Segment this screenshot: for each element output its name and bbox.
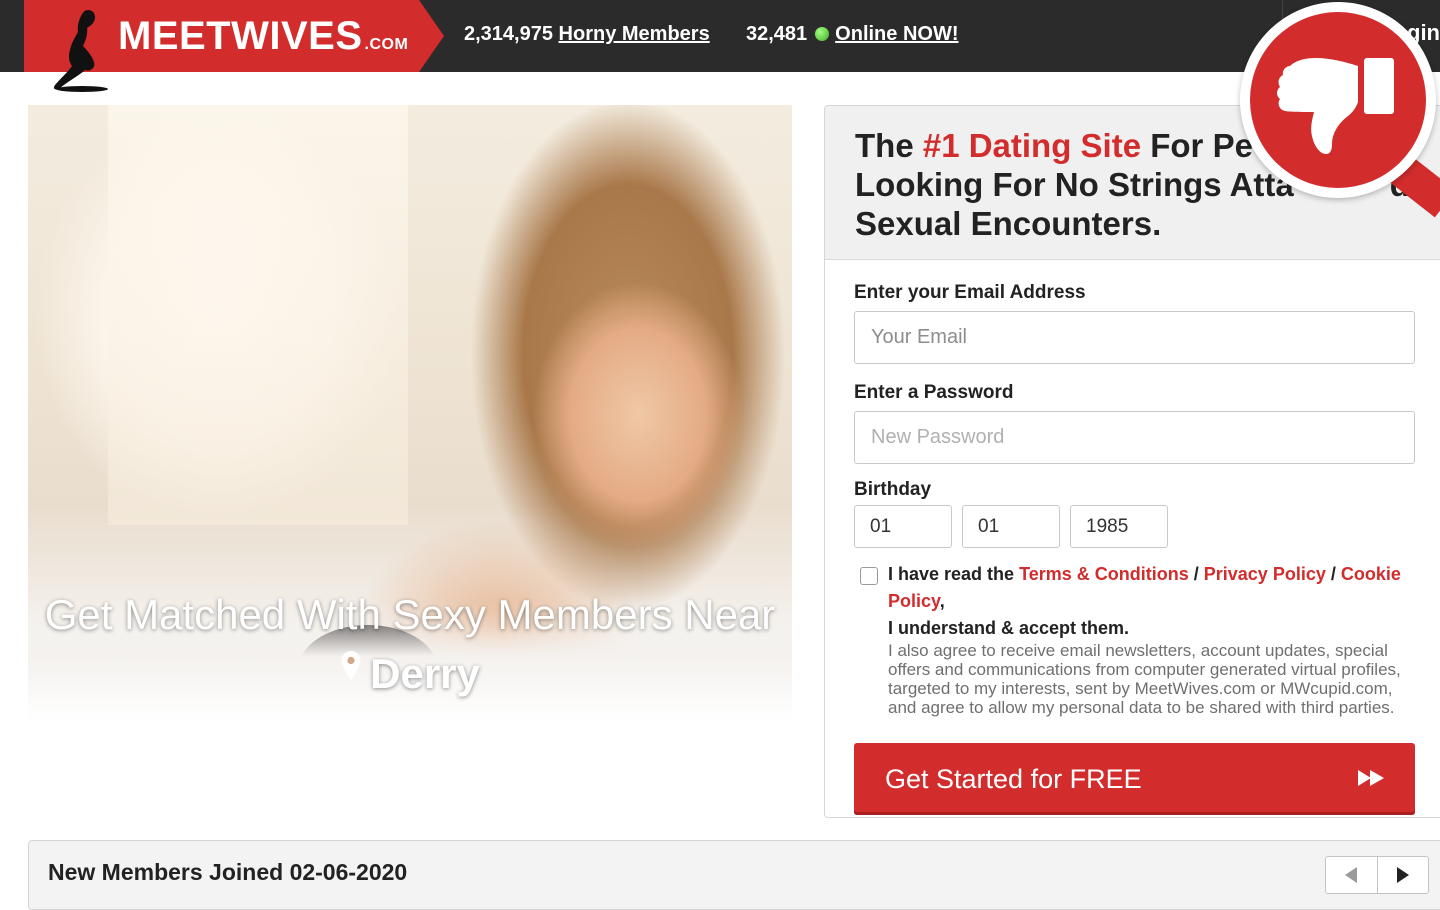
members-stat: 2,314,975 Horny Members (464, 21, 710, 47)
terms-link[interactable]: Terms & Conditions (1019, 564, 1189, 584)
headline-line1-post: For Pe (1141, 127, 1253, 164)
email-label: Enter your Email Address (854, 282, 1086, 303)
birthday-day-select[interactable]: 01 (854, 505, 952, 548)
members-link[interactable]: Horny Members (559, 23, 710, 45)
triangle-right-icon (1396, 867, 1409, 883)
birthday-month-select[interactable]: 01 (962, 505, 1060, 548)
link-separator: / (1188, 564, 1204, 584)
cta-label: Get Started for FREE (885, 764, 1142, 794)
privacy-link[interactable]: Privacy Policy (1204, 564, 1326, 584)
logo-wordmark: MEETWIVES (118, 14, 363, 58)
online-stat: 32,481 Online NOW! (746, 21, 959, 47)
online-count: 32,481 (746, 23, 808, 45)
headline-pre: The (855, 127, 923, 164)
triangle-left-icon (1345, 867, 1358, 883)
headline-line2: Looking For No Strings Atta (855, 166, 1294, 203)
hero-image: Get Matched With Sexy Members Near Derry (28, 105, 792, 722)
hero-location: Derry (28, 647, 792, 701)
site-logo[interactable]: MEETWIVES .COM (118, 12, 408, 69)
headline-highlight: #1 Dating Site (922, 127, 1142, 164)
carousel-prev-button[interactable] (1326, 857, 1377, 893)
hero-city: Derry (370, 650, 480, 697)
terms-checkbox[interactable] (860, 567, 878, 585)
online-status-icon (815, 27, 830, 41)
fast-forward-icon (1358, 770, 1384, 786)
agree-comma: , (939, 591, 945, 611)
carousel-next-button[interactable] (1376, 857, 1429, 893)
hero-window-light (108, 105, 408, 525)
get-started-button[interactable]: Get Started for FREE (854, 743, 1415, 815)
headline-line3: Sexual Encounters. (855, 205, 1162, 242)
agree-prefix: I have read the (888, 564, 1020, 584)
consent-fine-print: I also agree to receive email newsletter… (888, 641, 1401, 717)
email-field[interactable] (854, 311, 1415, 364)
logo-suffix: .COM (364, 36, 409, 53)
link-separator: / (1325, 564, 1341, 584)
signup-panel: The #1 Dating Site For Pe Looking For No… (824, 105, 1440, 818)
new-members-title: New Members Joined 02-06-2020 (48, 859, 408, 885)
silhouette-logo-icon (53, 10, 108, 92)
top-bar: MEETWIVES .COM 2,314,975 Horny Members 32… (0, 0, 1440, 92)
map-pin-icon (341, 651, 361, 680)
members-count: 2,314,975 (464, 23, 553, 45)
thumbs-down-icon (1277, 58, 1394, 154)
carousel-nav (1325, 856, 1429, 894)
terms-agreement: I have read the Terms & Conditions / Pri… (888, 561, 1408, 642)
birthday-year-select[interactable]: 1985 (1070, 505, 1168, 548)
birthday-label: Birthday (854, 479, 932, 500)
online-now-link[interactable]: Online NOW! (835, 23, 958, 45)
hero-headline: Get Matched With Sexy Members Near (44, 591, 776, 638)
password-field[interactable] (854, 411, 1415, 464)
understand-text: I understand & accept them. (888, 618, 1130, 638)
password-label: Enter a Password (854, 382, 1014, 403)
